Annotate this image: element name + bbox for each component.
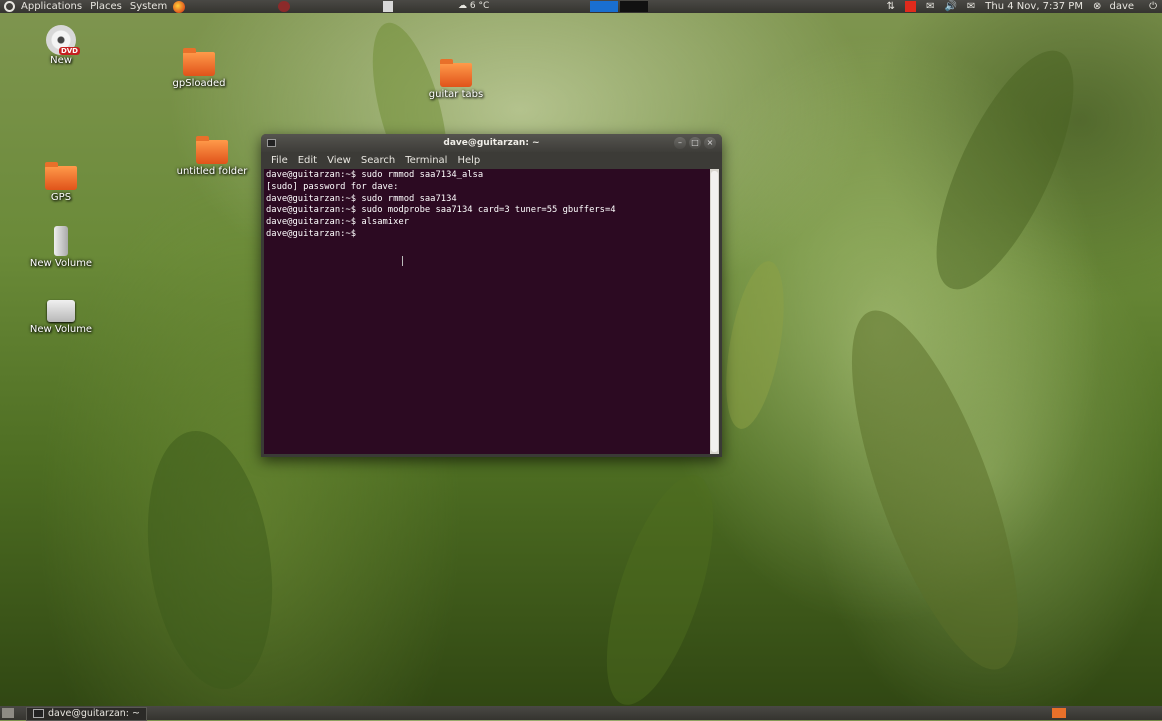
desktop-icon-label: untitled folder [176, 166, 248, 177]
hard-drive-icon [47, 300, 75, 322]
ubuntu-logo-icon[interactable] [4, 1, 15, 12]
desktop-icon-label: gpSloaded [172, 78, 226, 89]
workspace-switcher-icon[interactable] [1052, 708, 1066, 718]
desktop-icon-gps[interactable]: GPS [21, 162, 101, 203]
menu-edit[interactable]: Edit [293, 152, 322, 169]
desktop-icon-label: New Volume [29, 324, 93, 335]
folder-icon [196, 136, 228, 164]
applications-menu[interactable]: Applications [17, 0, 86, 13]
editor-launcher-icon[interactable] [383, 1, 393, 12]
menu-help[interactable]: Help [452, 152, 485, 169]
network-icon[interactable]: ⇅ [887, 0, 895, 13]
folder-icon [440, 59, 472, 87]
desktop-icon-new-volume-drive[interactable]: New Volume [21, 300, 101, 335]
menu-view[interactable]: View [322, 152, 356, 169]
window-controls: – □ × [674, 137, 716, 149]
user-name: dave [1109, 1, 1135, 12]
system-menu[interactable]: System [126, 0, 171, 13]
window-titlebar[interactable]: dave@guitarzan: ~ – □ × [261, 134, 722, 152]
update-notifier-icon[interactable] [905, 1, 917, 12]
dark-launcher-icon[interactable] [620, 1, 648, 12]
app-launcher-icon[interactable] [278, 1, 290, 12]
folder-icon [183, 48, 215, 76]
taskbar-window-button[interactable]: dave@guitarzan: ~ [26, 707, 147, 721]
firefox-icon[interactable] [173, 0, 186, 13]
desktop-icon-label: New [50, 55, 72, 66]
terminal-icon [267, 139, 276, 147]
usb-drive-icon [54, 226, 68, 256]
menu-search[interactable]: Search [356, 152, 400, 169]
mail-icon[interactable]: ✉ [967, 0, 975, 13]
close-button[interactable]: × [704, 137, 716, 149]
weather-applet[interactable]: ☁ 6 °C [458, 1, 498, 12]
taskbar-window-label: dave@guitarzan: ~ [48, 708, 140, 719]
text-cursor-icon [402, 256, 403, 266]
folder-icon [45, 162, 77, 190]
terminal-icon [33, 709, 44, 718]
user-menu[interactable]: ⊗ dave [1093, 0, 1139, 13]
desktop-icon-guitar-tabs[interactable]: guitar tabs [416, 59, 496, 100]
terminal-line: dave@guitarzan:~$ sudo rmmod saa7134_als… [266, 170, 484, 180]
bottom-panel: dave@guitarzan: ~ [0, 706, 1162, 721]
desktop-icon-gpsloaded[interactable]: gpSloaded [159, 48, 239, 89]
wheat-stalk [909, 33, 1101, 307]
desktop-icon-label: GPS [50, 192, 72, 203]
terminal-line: [sudo] password for dave: [266, 181, 399, 192]
terminal-menubar: File Edit View Search Terminal Help [261, 152, 722, 169]
minimize-button[interactable]: – [674, 137, 686, 149]
desktop-icon-dvd-new[interactable]: DVD New [21, 25, 101, 66]
scrollbar-thumb[interactable] [711, 171, 718, 452]
mail-indicator-icon[interactable]: ✉ [926, 0, 934, 13]
menu-file[interactable]: File [266, 152, 293, 169]
wheat-stalk [132, 422, 288, 698]
menu-terminal[interactable]: Terminal [400, 152, 452, 169]
wheat-stalk [715, 256, 795, 434]
wheat-stalk [584, 463, 736, 717]
terminal-line: dave@guitarzan:~$ sudo rmmod saa7134 [266, 193, 457, 204]
weather-temperature: 6 °C [469, 1, 490, 11]
window-title: dave@guitarzan: ~ [443, 138, 540, 148]
desktop-icon-label: guitar tabs [428, 89, 484, 100]
clock[interactable]: Thu 4 Nov, 7:37 PM [985, 0, 1083, 13]
terminal-output[interactable]: dave@guitarzan:~$ sudo rmmod saa7134_als… [264, 169, 710, 454]
terminal-scrollbar[interactable] [710, 169, 719, 454]
terminal-window[interactable]: dave@guitarzan: ~ – □ × File Edit View S… [261, 134, 722, 457]
dvd-badge: DVD [58, 47, 80, 55]
desktop-icon-untitled-folder[interactable]: untitled folder [172, 136, 252, 177]
terminal-line: dave@guitarzan:~$ sudo modprobe saa7134 … [266, 205, 616, 216]
desktop-icon-label: New Volume [29, 258, 93, 269]
volume-icon[interactable]: 🔊 [944, 0, 956, 13]
terminal-prompt-line: dave@guitarzan:~$ [266, 228, 362, 239]
top-panel: Applications Places System ☁ 6 °C ⇅ ✉ 🔊 … [0, 0, 1162, 13]
dvd-icon: DVD [46, 25, 80, 55]
blue-launcher-icon[interactable] [590, 1, 618, 12]
maximize-button[interactable]: □ [689, 137, 701, 149]
terminal-line: dave@guitarzan:~$ alsamixer [266, 217, 409, 228]
desktop-icon-new-volume-usb[interactable]: New Volume [21, 226, 101, 269]
places-menu[interactable]: Places [86, 0, 126, 13]
power-icon[interactable]: ⏻ [1149, 0, 1157, 13]
wheat-stalk [818, 292, 1052, 688]
show-desktop-button[interactable] [2, 708, 14, 718]
